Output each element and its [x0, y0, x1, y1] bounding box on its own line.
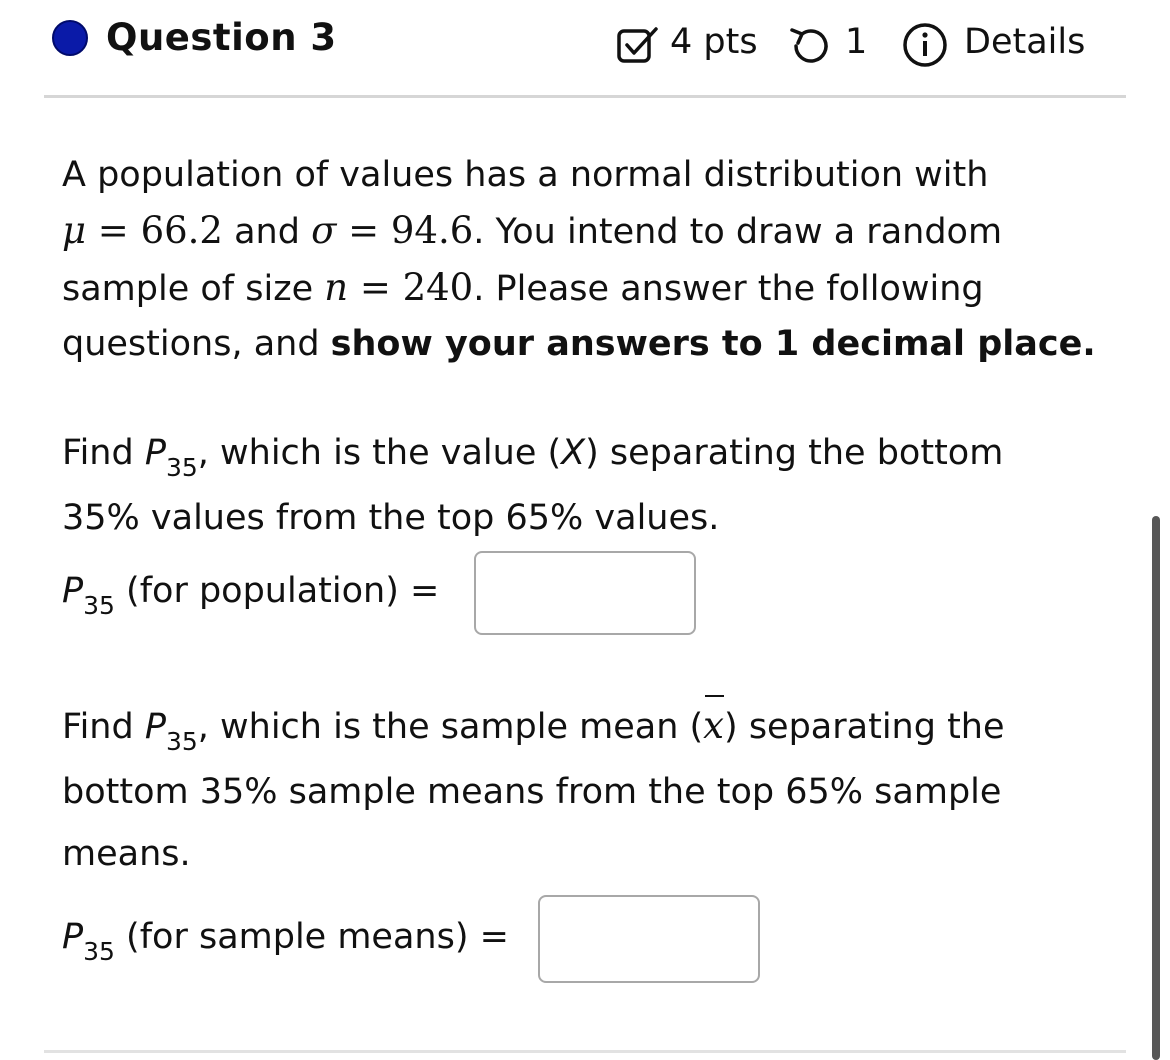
statement-line-2: μ = 66.2 and σ = 94.6. You intend to dra… [62, 209, 1003, 252]
question-title: Question 3 [106, 16, 337, 59]
question-status-dot [52, 20, 88, 56]
part1-answer-label: P35 (for population) = [62, 571, 440, 620]
statement-line-4: questions, and show your answers to 1 de… [62, 324, 1096, 364]
bottom-divider [44, 1050, 1126, 1053]
part2-prompt: Find P35, which is the sample mean (x) s… [62, 691, 1122, 885]
part1-answer-row: P35 (for population) = [62, 549, 1122, 639]
retry-icon [790, 28, 828, 63]
info-icon[interactable] [900, 20, 950, 70]
statement-line-3: sample of size n = 240. Please answer th… [62, 266, 984, 309]
instruction-bold: show your answers to 1 decimal place. [330, 324, 1096, 364]
part2-answer-label: P35 (for sample means) = [62, 917, 509, 966]
details-link[interactable]: Details [964, 18, 1085, 66]
checkbox-check-icon [617, 27, 658, 63]
part2-answer-row: P35 (for sample means) = [62, 895, 1122, 985]
attempts-count: 1 [845, 22, 868, 62]
statement-line-1: A population of values has a normal dist… [62, 155, 989, 195]
question-body: A population of values has a normal dist… [62, 148, 1122, 985]
xbar-symbol: x [703, 691, 724, 757]
header-divider [44, 95, 1126, 98]
part1-prompt: Find P35, which is the value (X) separat… [62, 433, 1004, 538]
scrollbar[interactable] [1152, 516, 1160, 1060]
points-value: 4 pts [670, 22, 758, 62]
problem-statement: A population of values has a normal dist… [62, 148, 1122, 372]
question-header: Question 3 4 pts 1 Details [0, 0, 1170, 98]
p35-population-input[interactable] [474, 551, 696, 635]
p35-sample-means-input[interactable] [538, 895, 760, 983]
